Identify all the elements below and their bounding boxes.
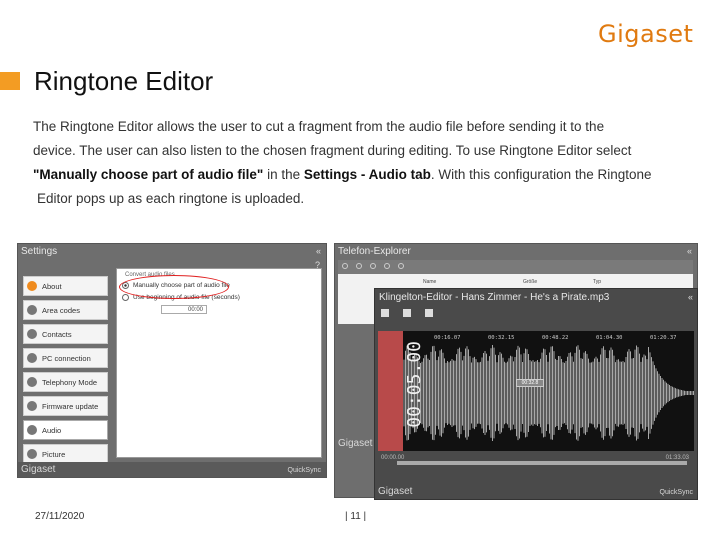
editor-footer-brand: Gigaset (378, 486, 413, 497)
sidebar-item-label: PC connection (42, 353, 91, 363)
title-accent-bar (0, 72, 20, 90)
sidebar-item-label: Telephony Mode (42, 377, 98, 387)
play-icon[interactable] (403, 309, 411, 317)
tick-label: 00:16.07 (434, 335, 461, 341)
body-line-2: device. The user can also listen to the … (33, 143, 632, 158)
sidebar-item-label: Picture (42, 449, 66, 459)
sidebar-item-label: Contacts (42, 329, 72, 339)
ringtone-editor-window: Klingelton-Editor - Hans Zimmer - He's a… (374, 288, 698, 500)
collapse-icon[interactable]: « (688, 292, 693, 302)
contacts-icon (27, 329, 37, 339)
picture-icon (27, 449, 37, 459)
tick-label: 01:04.30 (596, 335, 623, 341)
footer-brand: Gigaset (21, 464, 56, 475)
page-number: | 11 | (345, 511, 367, 522)
column-name: Name (423, 279, 437, 285)
tick-label: 00:48.22 (542, 335, 569, 341)
explorer-toolbar (338, 260, 693, 274)
sidebar-item-picture[interactable]: Picture (23, 444, 108, 464)
footer-date: 27/11/2020 (35, 511, 85, 522)
collapse-icon[interactable]: « (316, 246, 321, 256)
column-type: Typ (593, 279, 602, 285)
settings-window: Settings « ? About Area codes Contacts P… (17, 243, 327, 478)
sidebar-item-label: Area codes (42, 305, 80, 315)
audio-icon (27, 425, 37, 435)
sidebar-item-pc-connection[interactable]: PC connection (23, 348, 108, 368)
tick-label: 01:20.37 (650, 335, 677, 341)
play-selection-icon[interactable] (425, 309, 433, 317)
sidebar-item-about[interactable]: About (23, 276, 108, 296)
column-size: Größe (523, 279, 538, 285)
collapse-icon[interactable]: « (687, 246, 692, 256)
sidebar-item-area-codes[interactable]: Area codes (23, 300, 108, 320)
telephony-icon (27, 377, 37, 387)
editor-toolbar (379, 307, 693, 321)
settings-audio-emphasis: Settings - Audio tab (303, 167, 431, 182)
body-line-3-mid: in the (263, 167, 304, 182)
tick-label: 00:32.15 (488, 335, 515, 341)
cursor-time-box: 00:32.8 (516, 379, 544, 387)
settings-title: Settings (21, 246, 58, 257)
footer-quicksync: QuickSync (287, 467, 321, 474)
body-line-3-end: . With this configuration the Ringtone (430, 167, 652, 182)
sidebar-item-label: About (42, 281, 62, 291)
sidebar-item-label: Audio (42, 425, 62, 435)
body-line-3: "Manually choose part of audio file" in … (33, 163, 693, 187)
area-codes-icon (27, 305, 37, 315)
selection-length-readout: 00:05.00 (404, 341, 425, 428)
sidebar-item-contacts[interactable]: Contacts (23, 324, 108, 344)
stop-icon[interactable] (381, 309, 389, 317)
waveform-area[interactable]: 00:16.07 00:32.15 00:48.22 01:04.30 01:2… (378, 331, 694, 451)
radio-auto[interactable] (122, 294, 129, 301)
delete-icon[interactable] (384, 263, 390, 269)
refresh-icon[interactable] (342, 263, 348, 269)
slide-body: The Ringtone Editor allows the user to c… (33, 115, 693, 211)
about-icon (27, 281, 37, 291)
sidebar-item-firmware-update[interactable]: Firmware update (23, 396, 108, 416)
pc-connection-icon (27, 353, 37, 363)
firmware-icon (27, 401, 37, 411)
seconds-input[interactable]: 00:00 (161, 305, 207, 314)
slide-title: Ringtone Editor (34, 66, 214, 96)
editor-title: Klingelton-Editor - Hans Zimmer - He's a… (379, 292, 610, 303)
new-icon[interactable] (356, 263, 362, 269)
sidebar-item-audio[interactable]: Audio (23, 420, 108, 440)
waveform-graphic (403, 345, 694, 441)
body-line-1: The Ringtone Editor allows the user to c… (33, 119, 605, 134)
info-icon[interactable] (398, 263, 404, 269)
body-line-4: Editor pops up as each ringtone is uploa… (37, 191, 305, 206)
copy-icon[interactable] (370, 263, 376, 269)
manual-option-emphasis: "Manually choose part of audio file" (33, 167, 264, 182)
explorer-footer-brand: Gigaset (338, 438, 373, 449)
highlight-ellipse (119, 275, 229, 299)
gigaset-logo: Gigaset (598, 20, 694, 48)
position-slider[interactable] (397, 461, 687, 465)
sidebar-item-telephony-mode[interactable]: Telephony Mode (23, 372, 108, 392)
sidebar-item-label: Firmware update (42, 401, 99, 411)
settings-footer: Gigaset QuickSync (18, 462, 326, 477)
explorer-title: Telefon-Explorer (338, 246, 411, 257)
editor-footer-quicksync: QuickSync (659, 489, 693, 496)
